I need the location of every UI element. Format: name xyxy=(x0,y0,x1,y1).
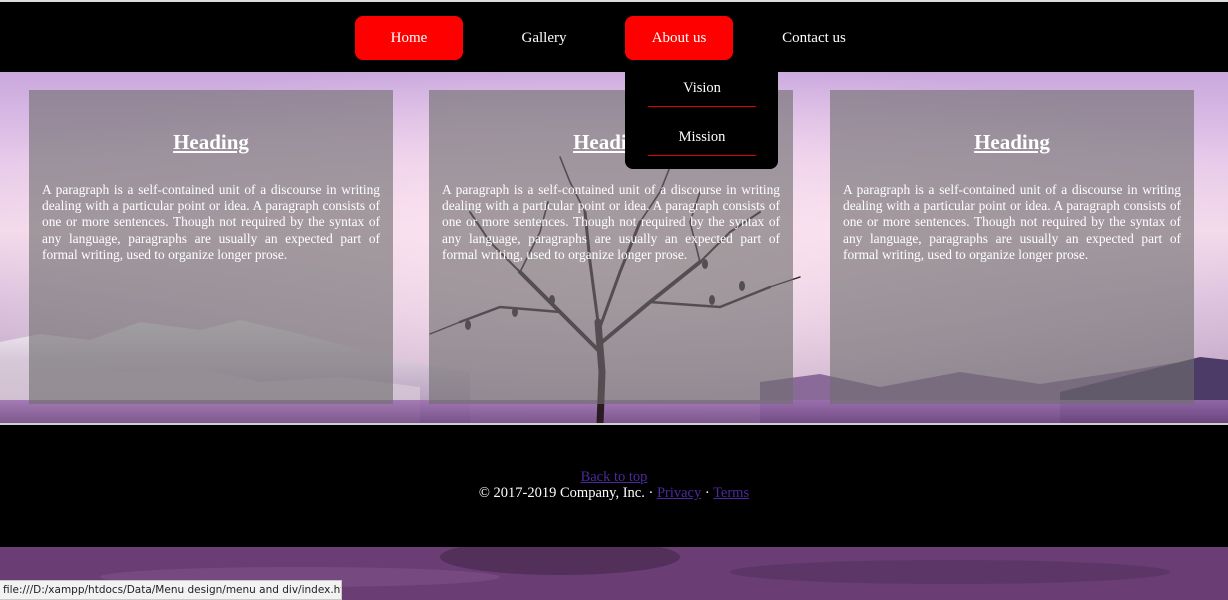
card-paragraph: A paragraph is a self-contained unit of … xyxy=(42,182,380,262)
nav-contact-us[interactable]: Contact us xyxy=(760,16,868,60)
footer: Back to top © 2017-2019 Company, Inc. · … xyxy=(0,425,1228,547)
top-nav-bar: Home Gallery About us Contact us xyxy=(0,0,1228,72)
separator: · xyxy=(701,485,714,501)
card-paragraph: A paragraph is a self-contained unit of … xyxy=(843,182,1181,262)
copyright-text: © 2017-2019 Company, Inc. xyxy=(478,485,645,501)
privacy-link[interactable]: Privacy xyxy=(657,485,701,501)
content-card: Heading A paragraph is a self-contained … xyxy=(830,90,1194,404)
about-us-dropdown: Vision Mission xyxy=(625,70,778,169)
dropdown-item-mission[interactable]: Mission xyxy=(648,119,756,156)
card-paragraph: A paragraph is a self-contained unit of … xyxy=(442,182,780,262)
content-card: Heading A paragraph is a self-contained … xyxy=(29,90,393,404)
back-to-top-link[interactable]: Back to top xyxy=(581,469,648,485)
copyright-line: © 2017-2019 Company, Inc. · Privacy · Te… xyxy=(0,485,1228,502)
status-bar-url: file:///D:/xampp/htdocs/Data/Menu design… xyxy=(0,580,342,600)
terms-link[interactable]: Terms xyxy=(713,485,749,501)
nav-gallery[interactable]: Gallery xyxy=(490,16,598,60)
dropdown-item-vision[interactable]: Vision xyxy=(648,70,756,107)
nav-home[interactable]: Home xyxy=(355,16,463,60)
card-heading: Heading xyxy=(173,130,249,154)
nav-about-us[interactable]: About us xyxy=(625,16,733,60)
card-heading: Heading xyxy=(974,130,1050,154)
separator: · xyxy=(644,485,657,501)
